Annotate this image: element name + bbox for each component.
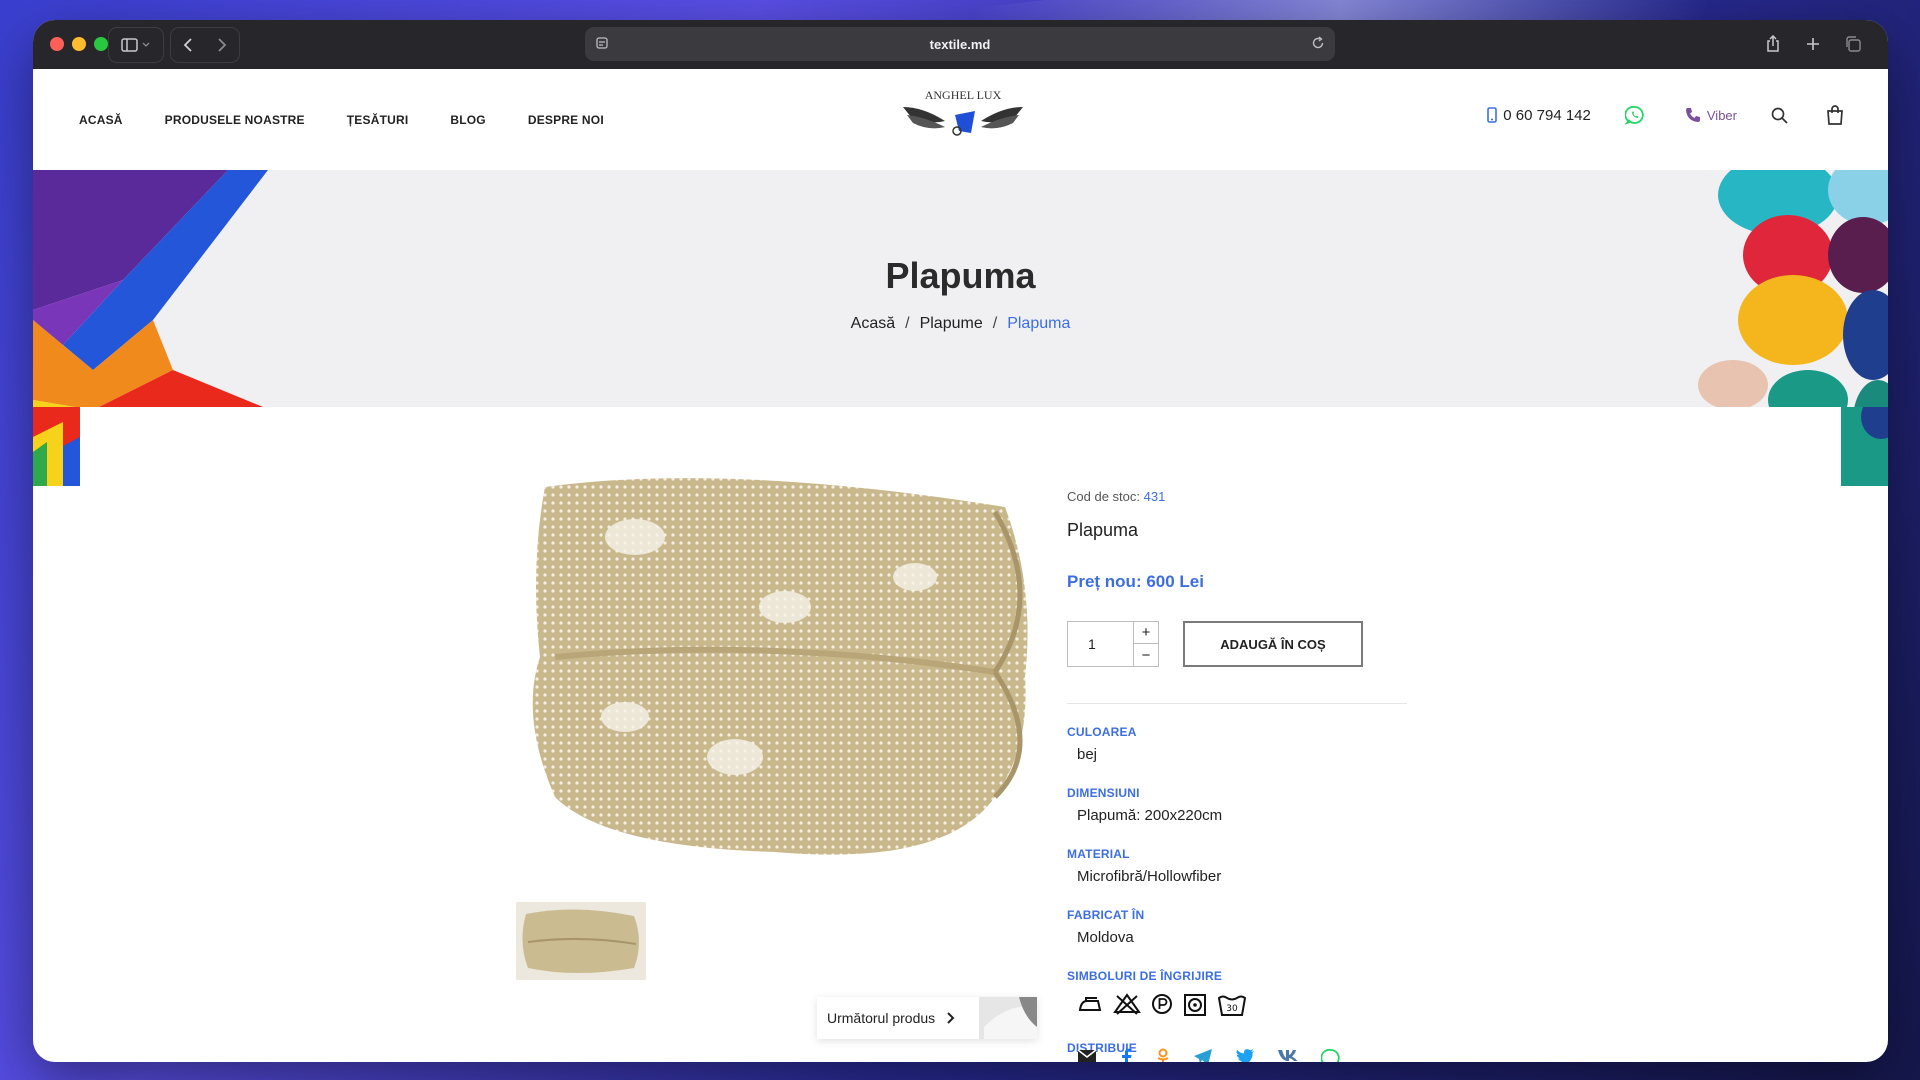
minimize-window-button[interactable] [72, 37, 86, 51]
nav-item-products[interactable]: PRODUSELE NOASTRE [165, 113, 305, 127]
attr-material-value: Microfibră/Hollowfiber [1077, 868, 1222, 885]
viber-link[interactable]: Viber [1685, 107, 1737, 123]
quantity-stepper: 1 + − [1067, 621, 1159, 667]
email-icon[interactable] [1077, 1048, 1097, 1062]
nav-item-blog[interactable]: BLOG [450, 113, 485, 127]
quantity-input[interactable]: 1 [1088, 636, 1096, 652]
product-price: Preț nou: 600 Lei [1067, 572, 1204, 591]
attr-color-value: bej [1077, 746, 1098, 763]
browser-window: textile.md ACASĂ PRODUSELE NOASTRE ȚESĂT… [33, 20, 1888, 1062]
telegram-icon[interactable] [1193, 1048, 1213, 1062]
phone-number: 0 60 794 142 [1503, 106, 1591, 124]
close-window-button[interactable] [50, 37, 64, 51]
search-icon [1771, 107, 1788, 124]
zoom-window-button[interactable] [94, 37, 108, 51]
chevron-right-icon [947, 1012, 955, 1024]
sku-label: Cod de stoc: [1067, 489, 1140, 504]
viber-label: Viber [1706, 107, 1737, 123]
page-settings-icon[interactable] [595, 36, 609, 50]
whatsapp-link[interactable] [1624, 105, 1645, 125]
back-button[interactable] [171, 28, 205, 62]
tumble-dry-icon [1183, 993, 1207, 1017]
twitter-icon[interactable] [1235, 1048, 1255, 1062]
browser-titlebar: textile.md [33, 20, 1888, 69]
search-button[interactable] [1771, 107, 1788, 124]
odnoklassniki-icon[interactable] [1155, 1048, 1171, 1062]
product-thumbnail[interactable] [516, 902, 646, 980]
sku-value: 431 [1143, 489, 1166, 504]
address-bar[interactable]: textile.md [585, 27, 1335, 61]
sidebar-toggle-button[interactable] [108, 27, 164, 63]
phone-icon [1685, 108, 1700, 122]
share-button[interactable] [1756, 27, 1790, 61]
page-hero: Plapuma Acasă / Plapume / Plapuma [33, 170, 1888, 407]
wash-30-icon: 30 [1217, 993, 1247, 1017]
next-product-thumbnail [979, 997, 1037, 1039]
nav-item-home[interactable]: ACASĂ [79, 113, 123, 127]
breadcrumb: Acasă / Plapume / Plapuma [850, 315, 1071, 332]
sidebar-icon [121, 38, 150, 52]
phone-link[interactable]: 0 60 794 142 [1487, 107, 1591, 124]
product-image-duvet[interactable] [525, 467, 1030, 867]
divider [1067, 703, 1407, 704]
quantity-buttons: + − [1133, 622, 1158, 666]
tab-overview-button[interactable] [1836, 27, 1870, 61]
no-bleach-icon [1113, 993, 1141, 1017]
history-nav [170, 27, 240, 63]
add-to-cart-button[interactable]: ADAUGĂ ÎN COȘ [1183, 621, 1363, 667]
site-logo[interactable]: ANGHEL LUX [901, 87, 1025, 147]
logo-text: ANGHEL LUX [925, 88, 1002, 102]
new-tab-button[interactable] [1796, 27, 1830, 61]
chevron-right-icon [218, 38, 227, 52]
attr-material-label: MATERIAL [1067, 847, 1130, 861]
main-nav: ACASĂ PRODUSELE NOASTRE ȚESĂTURI BLOG DE… [79, 113, 604, 127]
reload-icon[interactable] [1311, 36, 1325, 50]
window-controls [50, 37, 108, 51]
forward-button[interactable] [205, 28, 239, 62]
iron-icon [1077, 993, 1103, 1017]
breadcrumb-current: Plapuma [1007, 315, 1071, 332]
next-product-label: Următorul produs [827, 1010, 936, 1026]
attr-origin-value: Moldova [1077, 929, 1134, 946]
attr-origin-label: FABRICAT ÎN [1067, 908, 1145, 922]
plus-icon [1807, 38, 1819, 50]
quantity-decrease-button[interactable]: − [1134, 644, 1158, 666]
care-symbols-label: SIMBOLURI DE ÎNGRIJIRE [1067, 969, 1223, 983]
share-icons [1077, 1048, 1341, 1062]
thumbnail-image [516, 902, 646, 980]
whatsapp-icon[interactable] [1321, 1048, 1341, 1062]
care-symbols: 30 [1077, 993, 1247, 1017]
mobile-phone-icon [1487, 107, 1498, 123]
site-header: ACASĂ PRODUSELE NOASTRE ȚESĂTURI BLOG DE… [33, 69, 1888, 170]
facebook-icon[interactable] [1119, 1048, 1133, 1062]
breadcrumb-category[interactable]: Plapume [920, 315, 983, 332]
toolbar-right [1756, 27, 1870, 61]
nav-item-about[interactable]: DESPRE NOI [528, 113, 604, 127]
tabs-icon [1846, 36, 1861, 52]
next-product-button[interactable]: Următorul produs [817, 997, 1037, 1039]
product-name: Plapuma [1067, 520, 1139, 540]
quantity-increase-button[interactable]: + [1134, 622, 1158, 644]
attr-dimensions-label: DIMENSIUNI [1067, 786, 1140, 800]
nav-item-fabrics[interactable]: ȚESĂTURI [347, 113, 409, 127]
attr-color-label: CULOAREA [1067, 725, 1137, 739]
url-text: textile.md [929, 36, 991, 52]
vk-icon[interactable] [1277, 1048, 1299, 1062]
chevron-left-icon [183, 38, 192, 52]
product-sku: Cod de stoc: 431 [1067, 489, 1165, 504]
wash-temp-label: 30 [1226, 1004, 1238, 1014]
share-icon [1767, 35, 1779, 52]
whatsapp-icon [1624, 105, 1644, 125]
product-section: Următorul produs Cod de stoc: 431 Plapum… [33, 407, 1888, 1062]
cart-button[interactable] [1826, 105, 1844, 125]
breadcrumb-home[interactable]: Acasă [851, 315, 895, 332]
page-title: Plapuma [885, 255, 1036, 296]
header-actions: 0 60 794 142 Viber [1487, 105, 1844, 125]
attr-dimensions-value: Plapumă: 200x220cm [1077, 807, 1223, 824]
dry-clean-p-icon [1151, 993, 1173, 1017]
shopping-bag-icon [1827, 105, 1843, 125]
